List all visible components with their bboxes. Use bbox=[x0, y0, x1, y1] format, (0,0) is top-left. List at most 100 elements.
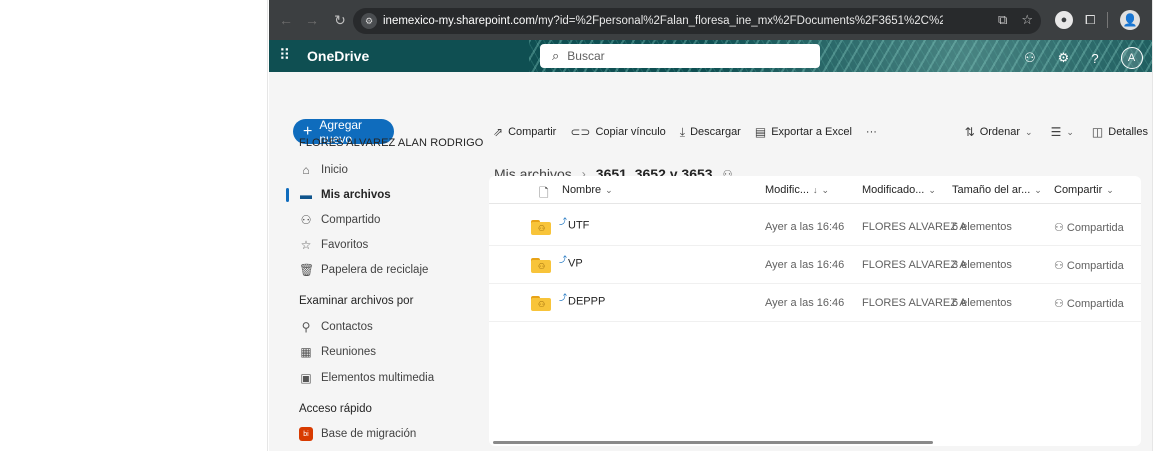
chevron-down-icon: ⌄ bbox=[1034, 184, 1042, 195]
nav-item-label: Compartido bbox=[321, 214, 381, 226]
nav-item-label: Inicio bbox=[321, 164, 348, 176]
sort-icon: ⇅ bbox=[964, 125, 975, 139]
file-list: 🗋 Nombre ⌄ Modific... ↓ ⌄ Modificado... … bbox=[489, 176, 1141, 446]
copy-link-label: Copiar vínculo bbox=[595, 126, 666, 138]
copy-link-button[interactable]: ⊂⊃ Copiar vínculo bbox=[570, 125, 665, 139]
forward-icon[interactable]: → bbox=[301, 12, 323, 28]
sync-icon: ⤴ bbox=[559, 293, 567, 302]
nav-item-label: Elementos multimedia bbox=[321, 372, 435, 384]
onedrive-header: ⠿ OneDrive ⌕ Buscar ⚇ ⚙ ? A bbox=[269, 40, 1152, 72]
nav-item-meetings[interactable]: ▦ Reuniones bbox=[289, 341, 479, 363]
settings-gear-icon[interactable]: ⚙ bbox=[1058, 50, 1070, 66]
browser-window: ← → ↻ ⚙ inemexico-my.sharepoint.com/my?i… bbox=[269, 0, 1152, 451]
column-header-sharing[interactable]: Compartir ⌄ bbox=[1054, 184, 1114, 196]
people-icon: ⚇ bbox=[1054, 298, 1067, 310]
bookmark-star-icon[interactable]: ☆ bbox=[1021, 12, 1033, 28]
address-url: inemexico-my.sharepoint.com/my?id=%2Fper… bbox=[383, 15, 943, 27]
toolbar-divider bbox=[1107, 12, 1109, 28]
file-type-icon: 🗋 bbox=[539, 186, 549, 200]
column-header-modified-by[interactable]: Modificado... ⌄ bbox=[862, 184, 936, 196]
help-icon[interactable]: ? bbox=[1091, 51, 1098, 66]
open-in-app-icon[interactable]: ⧉ bbox=[998, 12, 1007, 28]
browser-actions: ● ⧠ 👤 ⋮ bbox=[1055, 10, 1152, 30]
sharing-status-text: Compartida bbox=[1066, 298, 1124, 310]
address-bar[interactable]: ⚙ inemexico-my.sharepoint.com/my?id=%2Fp… bbox=[353, 8, 1041, 34]
nav-item-recycle-bin[interactable]: 🗑 Papelera de reciclaje bbox=[289, 259, 479, 281]
item-count: 6 elementos bbox=[952, 221, 1012, 233]
search-input[interactable]: ⌕ Buscar bbox=[540, 44, 820, 68]
file-name-text: VP bbox=[568, 257, 583, 270]
desktop-right-margin bbox=[1152, 0, 1167, 451]
download-button[interactable]: ⤓ Descargar bbox=[680, 125, 741, 140]
url-path: /my?id=%2Fpersonal%2Falan_floresa_ine_mx… bbox=[534, 15, 943, 27]
file-name[interactable]: ⤴DEPPP bbox=[559, 292, 605, 308]
column-header-label: Nombre bbox=[562, 184, 602, 196]
chevron-down-icon: ⌄ bbox=[605, 184, 613, 195]
column-header-label: Compartir bbox=[1054, 184, 1103, 196]
view-options-button[interactable]: ☰ ⌄ bbox=[1051, 125, 1074, 139]
export-excel-button[interactable]: ▤ Exportar a Excel bbox=[755, 125, 852, 139]
share-people-icon[interactable]: ⚇ bbox=[1024, 50, 1036, 66]
more-button[interactable]: ··· bbox=[866, 126, 877, 138]
table-row[interactable]: ⚇ ⤴VP Ayer a las 16:46 FLORES ALVAREZ A … bbox=[489, 246, 1141, 284]
sharing-status-text: Compartida bbox=[1066, 260, 1124, 272]
account-avatar[interactable]: A bbox=[1120, 47, 1143, 69]
site-info-icon[interactable]: ⚙ bbox=[361, 13, 377, 29]
nav-item-migration-base[interactable]: bi Base de migración bbox=[289, 423, 479, 445]
nav-item-favorites[interactable]: ☆ Favoritos bbox=[289, 234, 479, 256]
column-header-name[interactable]: Nombre ⌄ bbox=[562, 184, 613, 196]
quick-access-header: Acceso rápido bbox=[299, 403, 372, 415]
details-button[interactable]: ◫ Detalles bbox=[1092, 125, 1148, 139]
modified-date: Ayer a las 16:46 bbox=[765, 297, 845, 309]
list-view-icon: ☰ bbox=[1050, 125, 1062, 139]
search-icon: ⌕ bbox=[552, 48, 560, 63]
nav-item-label: Base de migración bbox=[321, 428, 417, 440]
profile-avatar[interactable]: 👤 bbox=[1120, 10, 1141, 30]
table-row[interactable]: ⚇ ⤴DEPPP Ayer a las 16:46 FLORES ALVAREZ… bbox=[489, 284, 1141, 322]
sort-label: Ordenar bbox=[979, 126, 1021, 138]
sharing-status[interactable]: ⚇ Compartida bbox=[1054, 221, 1124, 234]
app-launcher-icon[interactable]: ⠿ bbox=[279, 48, 291, 64]
header-actions: ⚇ ⚙ ? A bbox=[1024, 47, 1143, 69]
app-name[interactable]: OneDrive bbox=[307, 48, 369, 64]
chevron-down-icon: ⌄ bbox=[1066, 126, 1074, 137]
chevron-down-icon: ⌄ bbox=[1106, 184, 1114, 195]
sharing-status[interactable]: ⚇ Compartida bbox=[1054, 259, 1124, 272]
nav-item-home[interactable]: ⌂ Inicio bbox=[289, 159, 479, 181]
sort-desc-arrow-icon: ↓ bbox=[813, 185, 818, 195]
person-icon: ⚲ bbox=[301, 320, 311, 334]
column-header-modified[interactable]: Modific... ↓ ⌄ bbox=[765, 184, 829, 196]
sort-button[interactable]: ⇅ Ordenar ⌄ bbox=[965, 125, 1033, 139]
file-name[interactable]: ⤴UTF bbox=[559, 216, 589, 232]
reload-icon[interactable]: ↻ bbox=[329, 12, 351, 29]
folder-icon: ▬ bbox=[300, 188, 312, 202]
owner-name: FLORES ALVAREZ ALAN RODRIGO bbox=[299, 137, 484, 149]
table-row[interactable]: ⚇ ⤴UTF Ayer a las 16:46 FLORES ALVAREZ A… bbox=[489, 208, 1141, 246]
nav-item-my-files[interactable]: ▬ Mis archivos bbox=[286, 184, 479, 206]
trash-icon: 🗑 bbox=[299, 263, 315, 277]
nav-item-label: Papelera de reciclaje bbox=[321, 264, 429, 276]
details-label: Detalles bbox=[1108, 126, 1148, 138]
nav-item-media[interactable]: ▣ Elementos multimedia bbox=[289, 367, 479, 389]
nav-item-label: Reuniones bbox=[321, 346, 376, 358]
export-label: Exportar a Excel bbox=[771, 126, 852, 138]
chevron-down-icon: ⌄ bbox=[1025, 126, 1033, 137]
extension-icon[interactable]: ● bbox=[1055, 11, 1073, 29]
share-button[interactable]: ⇗ Compartir bbox=[493, 125, 556, 139]
people-icon: ⚇ bbox=[300, 213, 312, 227]
sharing-status[interactable]: ⚇ Compartida bbox=[1054, 297, 1124, 310]
extensions-puzzle-icon[interactable]: ⧠ bbox=[1085, 12, 1095, 28]
nav-item-contacts[interactable]: ⚲ Contactos bbox=[289, 316, 479, 338]
column-header-type[interactable]: 🗋 bbox=[539, 184, 549, 205]
column-header-size[interactable]: Tamaño del ar... ⌄ bbox=[952, 184, 1042, 196]
screen: ← → ↻ ⚙ inemexico-my.sharepoint.com/my?i… bbox=[0, 0, 1167, 451]
nav-item-shared[interactable]: ⚇ Compartido bbox=[289, 209, 479, 231]
browser-toolbar: ← → ↻ ⚙ inemexico-my.sharepoint.com/my?i… bbox=[269, 0, 1152, 40]
sync-icon: ⤴ bbox=[559, 217, 567, 226]
more-label: ··· bbox=[865, 126, 877, 138]
column-header-label: Modificado... bbox=[862, 184, 925, 196]
horizontal-scrollbar[interactable] bbox=[493, 441, 933, 444]
file-name[interactable]: ⤴VP bbox=[559, 254, 583, 270]
back-icon[interactable]: ← bbox=[275, 12, 297, 28]
sync-icon: ⤴ bbox=[559, 255, 567, 264]
